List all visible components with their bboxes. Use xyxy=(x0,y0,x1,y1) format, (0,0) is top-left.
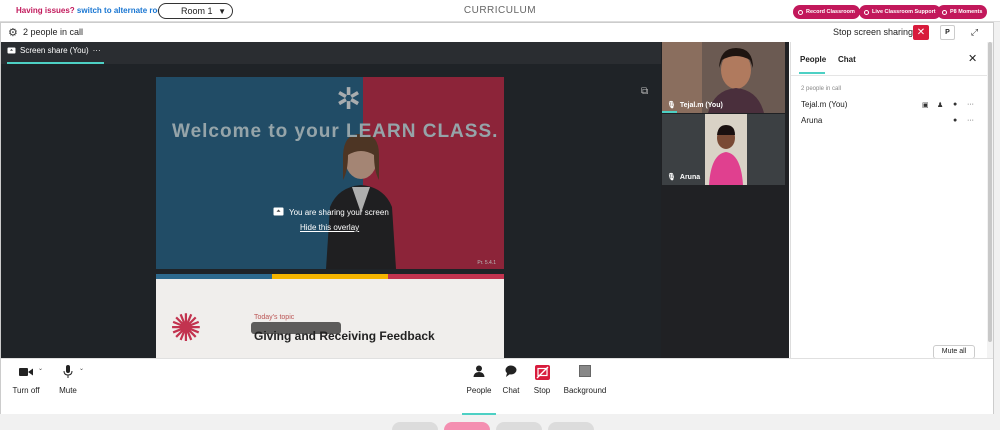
background-button[interactable]: Background xyxy=(562,365,608,395)
issue-notice: Having issues? switch to alternate room xyxy=(16,6,169,15)
more-icon[interactable]: ··· xyxy=(967,117,974,124)
people-panel: People Chat ✕ 2 people in call Tejal.m (… xyxy=(790,42,988,359)
taskbar xyxy=(392,422,597,430)
taskbar-item[interactable] xyxy=(392,422,438,430)
speaking-indicator xyxy=(662,111,677,113)
tab-underline xyxy=(799,72,825,74)
divider xyxy=(791,75,988,76)
scrollbar[interactable] xyxy=(987,42,993,358)
tile-name-self: 🎙 Tejal.m (You) xyxy=(667,101,723,110)
more-icon[interactable]: ··· xyxy=(967,101,974,108)
share-tab-bar: Screen share (You) ··· xyxy=(1,42,661,64)
expand-icon[interactable]: ⤢ xyxy=(967,25,982,40)
room-select[interactable]: Room 1 ▼ xyxy=(158,3,233,19)
present-icon xyxy=(273,207,284,216)
participant-name: Tejal.m (You) xyxy=(801,100,848,109)
people-count: 2 people in call xyxy=(23,27,84,37)
record-classroom-label: Record Classroom xyxy=(806,9,855,15)
stop-share-button[interactable]: Stop xyxy=(531,365,553,395)
stop-label: Stop xyxy=(533,386,551,395)
tile-name-aruna-text: Aruna xyxy=(679,173,701,181)
background-icon xyxy=(562,365,608,381)
moments-icon xyxy=(942,9,947,15)
tab-people[interactable]: People xyxy=(800,55,826,64)
slide-topic-title: Giving and Receiving Feedback xyxy=(254,329,435,343)
chevron-down-icon: ▼ xyxy=(218,6,226,16)
screen-share-tab-label: Screen share (You) xyxy=(20,46,89,55)
stop-sharing-button[interactable]: ✕ xyxy=(913,25,929,40)
chat-label: Chat xyxy=(502,386,520,395)
moments-button[interactable]: P8 Moments xyxy=(937,5,988,19)
mute-label: Mute xyxy=(59,386,77,395)
tile-name-self-text: Tejal.m (You) xyxy=(679,101,723,109)
stop-sharing-label: Stop screen sharing xyxy=(833,27,914,37)
sharing-overlay: You are sharing your screen Hide this ov… xyxy=(156,77,504,269)
call-window: ⚙ 2 people in call Stop screen sharing ✕… xyxy=(0,22,994,415)
video-tile-aruna[interactable]: 🎙 Aruna xyxy=(662,114,785,185)
close-icon[interactable]: ✕ xyxy=(968,52,977,65)
slide-stripes xyxy=(156,274,504,279)
people-icon xyxy=(464,365,494,381)
camera-label: Turn off xyxy=(12,386,40,395)
sharing-message-text: You are sharing your screen xyxy=(289,207,389,217)
mic-icon[interactable]: ● xyxy=(953,101,957,108)
tile-name-aruna: 🎙 Aruna xyxy=(667,173,701,182)
chevron-down-icon[interactable]: ⌄ xyxy=(79,365,84,372)
live-support-label: Live Classroom Support xyxy=(872,9,936,15)
taskbar-item[interactable] xyxy=(444,422,490,430)
more-icon[interactable]: ··· xyxy=(93,46,101,55)
video-stage: Screen share (You) ··· ✲ Welcome to your… xyxy=(1,42,789,361)
alternate-room-link[interactable]: switch to alternate room xyxy=(77,6,169,15)
popout-icon[interactable]: ⧉ xyxy=(641,86,648,97)
taskbar-item[interactable] xyxy=(496,422,542,430)
screen-share-view: ✲ Welcome to your LEARN CLASS. Pr. 5.4.1… xyxy=(1,64,661,361)
scrollbar-thumb[interactable] xyxy=(988,42,992,342)
stop-share-icon xyxy=(531,365,553,381)
active-indicator xyxy=(462,413,496,415)
room-select-value: Room 1 xyxy=(181,6,213,16)
screen-share-tab[interactable]: Screen share (You) ··· xyxy=(7,46,101,55)
call-header: ⚙ 2 people in call Stop screen sharing ✕… xyxy=(1,23,993,42)
mic-icon[interactable]: ● xyxy=(953,117,957,124)
doodle-graphic: ✺ xyxy=(170,308,202,350)
issue-prefix: Having issues? xyxy=(16,6,75,15)
mute-all-button[interactable]: Mute all xyxy=(933,345,975,359)
live-support-button[interactable]: Live Classroom Support xyxy=(859,5,941,19)
present-icon[interactable]: ▣ xyxy=(922,101,929,109)
moments-label: P8 Moments xyxy=(950,9,983,15)
screen-share-icon xyxy=(7,47,16,53)
slide-welcome: ✲ Welcome to your LEARN CLASS. Pr. 5.4.1… xyxy=(156,77,504,269)
support-icon xyxy=(864,9,869,15)
top-bar: Having issues? switch to alternate room … xyxy=(0,0,1000,22)
video-tile-self[interactable]: 🎙 Tejal.m (You) xyxy=(662,42,785,113)
chat-icon xyxy=(501,365,521,381)
slide-today-label: Today's topic xyxy=(254,314,295,321)
camera-button[interactable]: ⌄ Turn off xyxy=(9,365,43,395)
people-button[interactable]: People xyxy=(464,365,494,395)
chevron-down-icon[interactable]: ⌄ xyxy=(38,365,43,372)
gear-icon[interactable]: ⚙ xyxy=(8,26,18,39)
p-button[interactable]: P xyxy=(940,25,955,40)
mute-button[interactable]: ⌄ Mute xyxy=(56,365,84,395)
participant-name: Aruna xyxy=(801,116,823,125)
panel-people-count: 2 people in call xyxy=(801,86,842,92)
tab-chat[interactable]: Chat xyxy=(838,55,856,64)
hide-overlay-link[interactable]: Hide this overlay xyxy=(300,223,359,232)
background-label: Background xyxy=(563,386,607,395)
record-classroom-button[interactable]: Record Classroom xyxy=(793,5,860,19)
taskbar-item[interactable] xyxy=(548,422,594,430)
mic-icon: 🎙 xyxy=(667,102,676,109)
call-controls: ⌄ Turn off ⌄ Mute People Chat Stop Backg… xyxy=(1,358,993,415)
mic-icon xyxy=(56,365,80,381)
record-icon xyxy=(798,9,803,15)
slide-topic: ✺ Today's topic Giving and Receiving Fee… xyxy=(156,274,504,359)
mic-icon: 🎙 xyxy=(667,174,676,181)
people-label: People xyxy=(466,386,492,395)
chat-button[interactable]: Chat xyxy=(501,365,521,395)
sharing-message: You are sharing your screen xyxy=(273,207,389,217)
pin-icon[interactable]: ♟ xyxy=(937,101,943,109)
